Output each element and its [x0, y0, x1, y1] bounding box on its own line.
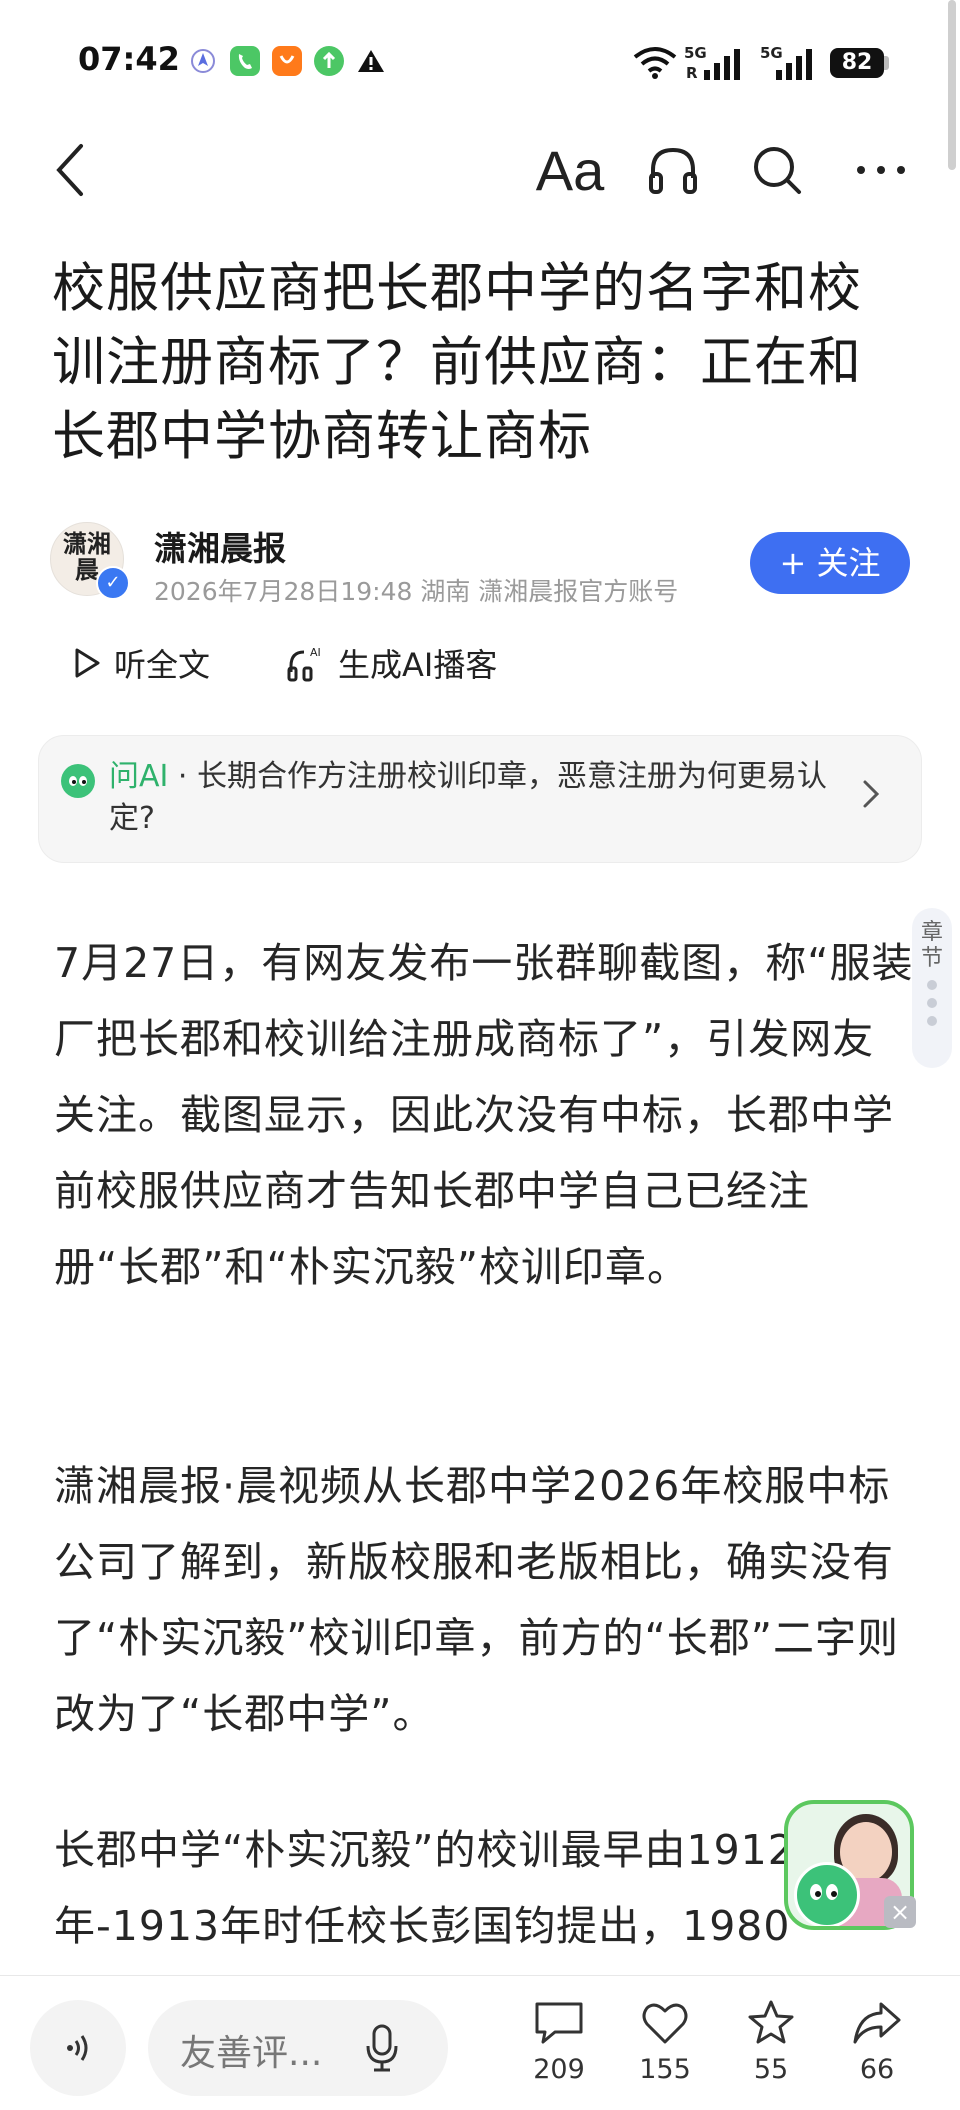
status-time: 07:42: [78, 40, 180, 78]
ai-podcast-label: 生成AI播客: [338, 646, 498, 684]
chevron-right-icon: [859, 774, 883, 824]
battery-tip: [884, 56, 889, 70]
ai-headphones-icon: AI: [287, 646, 321, 682]
share-button[interactable]: 66: [832, 1998, 922, 2085]
battery-level: 82: [830, 48, 884, 78]
chapter-dot: [927, 998, 937, 1008]
search-icon[interactable]: [742, 135, 812, 205]
upload-icon: [314, 46, 344, 76]
comment-count: 209: [533, 2054, 585, 2085]
sound-wave-icon: [67, 2035, 88, 2061]
ai-assistant-icon: [794, 1862, 860, 1926]
follow-button[interactable]: + 关注: [750, 532, 910, 594]
share-count: 66: [859, 2054, 895, 2085]
status-bar: 07:42 5G R 5G 82: [0, 0, 960, 110]
microphone-icon[interactable]: [362, 2020, 402, 2076]
ask-ai-text: · 长期合作方注册校训印章，恶意注册为何更易认定?: [109, 759, 827, 836]
favorite-count: 55: [753, 2054, 789, 2085]
close-icon[interactable]: ×: [884, 1896, 916, 1928]
svg-text:AI: AI: [310, 646, 321, 659]
verified-icon: ✓: [96, 566, 130, 600]
phone-icon: [230, 46, 260, 76]
warning-icon: [356, 46, 386, 76]
voice-read-button[interactable]: [30, 2000, 126, 2096]
listen-label: 听全文: [114, 646, 211, 684]
ask-ai-tag: 问AI: [109, 759, 169, 794]
roaming-label: R: [686, 64, 698, 82]
chapter-label: 章节: [920, 920, 943, 971]
favorite-button[interactable]: 55: [726, 1998, 816, 2085]
heart-icon: [642, 2003, 688, 2044]
font-size-icon[interactable]: Aa: [532, 135, 608, 205]
ask-ai-question: 问AI · 长期合作方注册校训印章，恶意注册为何更易认定?: [109, 756, 849, 840]
wifi-icon: [632, 44, 678, 84]
star-icon: [748, 2000, 794, 2044]
author-name[interactable]: 潇湘晨报: [154, 522, 286, 570]
taobao-icon: [272, 46, 302, 76]
comment-button[interactable]: 209: [514, 1998, 604, 2085]
like-button[interactable]: 155: [620, 1998, 710, 2085]
chapter-dot: [927, 1016, 937, 1026]
article-paragraph: 7月27日，有网友发布一张群聊截图，称“服装厂把长郡和校训给注册成商标了”，引发…: [54, 939, 914, 1291]
navigation-icon: [188, 46, 218, 76]
ai-podcast-button[interactable]: AI 生成AI播客: [286, 640, 497, 686]
comment-placeholder: 友善评...: [180, 2033, 323, 2074]
article-paragraph: 潇湘晨报·晨视频从长郡中学2026年校服中标公司了解到，新版校服和老版相比，确实…: [54, 1462, 899, 1738]
bottom-action-bar: [0, 1975, 960, 2110]
play-icon: [75, 648, 100, 678]
more-icon[interactable]: [846, 135, 916, 205]
scrollbar[interactable]: [948, 0, 956, 170]
headphones-icon[interactable]: [638, 135, 708, 205]
share-icon: [853, 2002, 901, 2044]
author-meta: 2026年7月28日19:48 湖南 潇湘晨报官方账号: [154, 577, 679, 606]
like-count: 155: [639, 2054, 691, 2085]
signal-icon-2: [774, 48, 814, 84]
ask-ai-card[interactable]: 问AI · 长期合作方注册校训印章，恶意注册为何更易认定?: [38, 735, 922, 863]
comment-icon: [535, 2002, 583, 2044]
chapter-nav-button[interactable]: 章节: [912, 908, 952, 1068]
listen-button[interactable]: 听全文: [72, 640, 210, 686]
article-title: 校服供应商把长郡中学的名字和校训注册商标了？前供应商：正在和长郡中学协商转让商标: [52, 258, 862, 467]
ai-assistant-icon: [61, 764, 95, 798]
chapter-dot: [927, 980, 937, 990]
back-icon[interactable]: [36, 135, 106, 205]
signal-icon-1: [702, 48, 742, 84]
